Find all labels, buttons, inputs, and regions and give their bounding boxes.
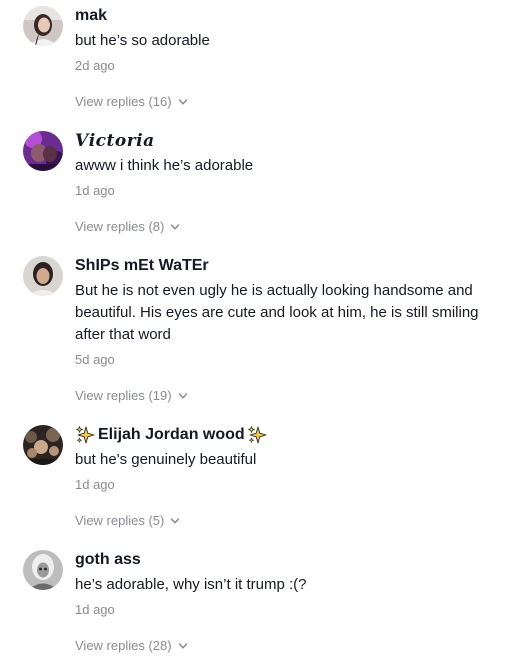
- view-replies-button[interactable]: View replies (28): [75, 638, 503, 654]
- view-replies-button[interactable]: View replies (19): [75, 388, 503, 404]
- avatar[interactable]: [23, 6, 63, 46]
- comment-username[interactable]: Elijah Jordan wood: [75, 425, 503, 445]
- view-replies-button[interactable]: View replies (16): [75, 94, 503, 110]
- comment-timestamp: 5d ago: [75, 352, 115, 367]
- view-replies-label: View replies (28): [75, 638, 172, 653]
- comment-text: but he’s so adorable: [75, 32, 210, 49]
- sparkles-icon: [75, 425, 95, 445]
- chevron-down-icon: [178, 391, 188, 401]
- chevron-down-icon: [178, 641, 188, 651]
- comment-timestamp: 2d ago: [75, 58, 115, 73]
- view-replies-label: View replies (16): [75, 94, 172, 109]
- avatar[interactable]: [23, 256, 63, 296]
- comment-timestamp: 1d ago: [75, 602, 115, 617]
- comment-username[interactable]: 𝑽𝒊𝒄𝒕𝒐𝒓𝒊𝒂: [75, 131, 503, 151]
- comment-username[interactable]: ShIPs mEt WaTEr: [75, 256, 503, 276]
- chevron-down-icon: [170, 516, 180, 526]
- chevron-down-icon: [170, 222, 180, 232]
- comment-text: awww i think he’s adorable: [75, 157, 254, 174]
- comment-text: But he is not even ugly he is actually l…: [75, 282, 479, 343]
- comment-username[interactable]: goth ass: [75, 550, 503, 570]
- comment-text: but he's genuinely beautiful: [75, 451, 257, 468]
- view-replies-button[interactable]: View replies (8): [75, 219, 503, 235]
- avatar[interactable]: [23, 131, 63, 171]
- comment-username-text: Elijah Jordan wood: [98, 426, 245, 443]
- chevron-down-icon: [178, 97, 188, 107]
- avatar[interactable]: [23, 550, 63, 590]
- view-replies-label: View replies (19): [75, 388, 172, 403]
- comment-timestamp: 1d ago: [75, 183, 115, 198]
- comment-text: he’s adorable, why isn’t it trump :(?: [75, 576, 307, 593]
- sparkles-icon: [247, 425, 267, 445]
- view-replies-button[interactable]: View replies (5): [75, 513, 503, 529]
- avatar[interactable]: [23, 425, 63, 465]
- comment-username[interactable]: mak: [75, 6, 503, 26]
- view-replies-label: View replies (5): [75, 513, 165, 528]
- view-replies-label: View replies (8): [75, 219, 165, 234]
- comment-timestamp: 1d ago: [75, 477, 115, 492]
